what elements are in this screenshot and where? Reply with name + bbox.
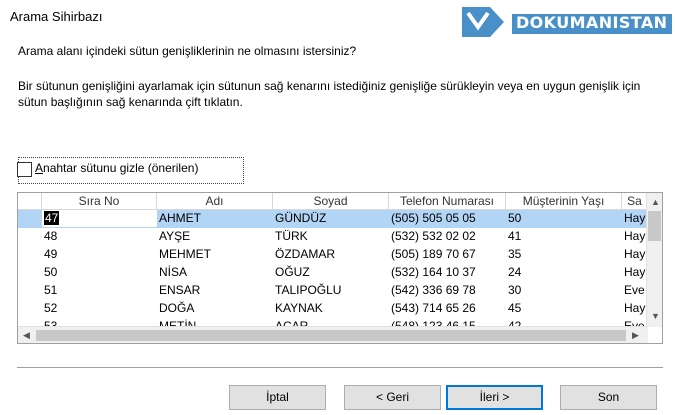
table-cell: TALIPOĞLU (275, 283, 342, 297)
question-text: Arama alanı içindeki sütun genişliklerin… (18, 44, 357, 58)
table-cell: TÜRK (275, 229, 308, 243)
horizontal-scroll-thumb[interactable] (36, 330, 626, 341)
table-cell: (532) 164 10 37 (391, 265, 476, 279)
preview-grid[interactable]: Sıra No Adı Soyad Telefon Numarası Müşte… (17, 192, 663, 344)
scroll-left-icon[interactable]: ◀ (23, 330, 30, 340)
scroll-up-icon[interactable]: ▲ (651, 197, 660, 207)
scroll-right-icon[interactable]: ▶ (632, 330, 639, 340)
column-header-sira-no[interactable]: Sıra No (42, 193, 157, 210)
back-button[interactable]: < Geri (344, 385, 441, 410)
logo-text: DOKUMANISTAN (516, 13, 668, 32)
column-header-telefon[interactable]: Telefon Numarası (389, 193, 506, 210)
grid-corner (18, 193, 42, 210)
table-cell: AHMET (159, 211, 201, 225)
table-cell: 50 (44, 265, 58, 279)
table-cell: ENSAR (159, 283, 201, 297)
selected-cell-value: 47 (44, 211, 60, 225)
cancel-button[interactable]: İptal (229, 385, 326, 410)
finish-button[interactable]: Son (560, 385, 657, 410)
divider (17, 367, 663, 369)
table-cell: 51 (44, 283, 58, 297)
hide-key-label: Anahtar sütunu gizle (önerilen) (35, 161, 199, 175)
table-cell: 30 (508, 283, 522, 297)
hide-key-checkbox[interactable] (17, 162, 32, 177)
table-cell: Eve (624, 283, 645, 297)
table-cell: (505) 505 05 05 (391, 211, 476, 225)
table-cell: (542) 336 69 78 (391, 283, 476, 297)
table-cell: NİSA (159, 265, 188, 279)
table-cell: (543) 714 65 26 (391, 301, 476, 315)
table-row[interactable]: 47 AHMET GÜNDÜZ (505) 505 05 05 50 Hay (18, 210, 648, 228)
horizontal-scrollbar[interactable]: ◀ ▶ (18, 326, 648, 343)
table-row[interactable]: 49 MEHMET ÖZDAMAR (505) 189 70 67 35 Hay (18, 246, 648, 264)
table-cell: 49 (44, 247, 58, 261)
column-header-sa[interactable]: Sa (622, 193, 648, 210)
table-cell: 35 (508, 247, 522, 261)
dokumanistan-logo: DOKUMANISTAN (460, 5, 672, 39)
table-cell: 24 (508, 265, 522, 279)
table-cell: (505) 189 70 67 (391, 247, 476, 261)
table-cell: KAYNAK (275, 301, 323, 315)
table-cell: OĞUZ (275, 265, 310, 279)
table-row[interactable]: 50 NİSA OĞUZ (532) 164 10 37 24 Hay (18, 264, 648, 282)
column-header-yas[interactable]: Müşterinin Yaşı (506, 193, 622, 210)
table-cell: Hay (624, 265, 646, 279)
table-cell: ÖZDAMAR (275, 247, 335, 261)
table-row[interactable]: 48 AYŞE TÜRK (532) 532 02 02 41 Hay (18, 228, 648, 246)
table-cell: 48 (44, 229, 58, 243)
table-row[interactable]: 52 DOĞA KAYNAK (543) 714 65 26 45 Hay (18, 300, 648, 318)
table-cell: Hay (624, 301, 646, 315)
table-cell: 41 (508, 229, 522, 243)
table-cell: 52 (44, 301, 58, 315)
window-title: Arama Sihirbazı (10, 9, 103, 24)
hide-key-column-option[interactable]: Anahtar sütunu gizle (önerilen) (17, 157, 244, 184)
logo-mark-icon (462, 7, 504, 37)
vertical-scrollbar[interactable]: ▲ ▼ (646, 193, 662, 327)
grid-header: Sıra No Adı Soyad Telefon Numarası Müşte… (18, 193, 648, 210)
column-header-soyad[interactable]: Soyad (273, 193, 389, 210)
table-cell: DOĞA (159, 301, 195, 315)
table-cell: 50 (508, 211, 522, 225)
table-cell: Hay (624, 247, 646, 261)
table-cell: MEHMET (159, 247, 211, 261)
table-cell: AYŞE (159, 229, 191, 243)
scroll-down-icon[interactable]: ▼ (651, 311, 660, 321)
table-row[interactable]: 51 ENSAR TALIPOĞLU (542) 336 69 78 30 Ev… (18, 282, 648, 300)
table-cell: GÜNDÜZ (275, 211, 327, 225)
vertical-scroll-thumb[interactable] (648, 211, 661, 241)
table-cell: Hay (624, 229, 646, 243)
column-header-adi[interactable]: Adı (157, 193, 273, 210)
next-button[interactable]: İleri > (446, 385, 543, 410)
table-cell: Hay (624, 211, 646, 225)
instruction-text: Bir sütunun genişliğini ayarlamak için s… (18, 79, 641, 109)
table-cell: 45 (508, 301, 522, 315)
table-cell: (532) 532 02 02 (391, 229, 476, 243)
